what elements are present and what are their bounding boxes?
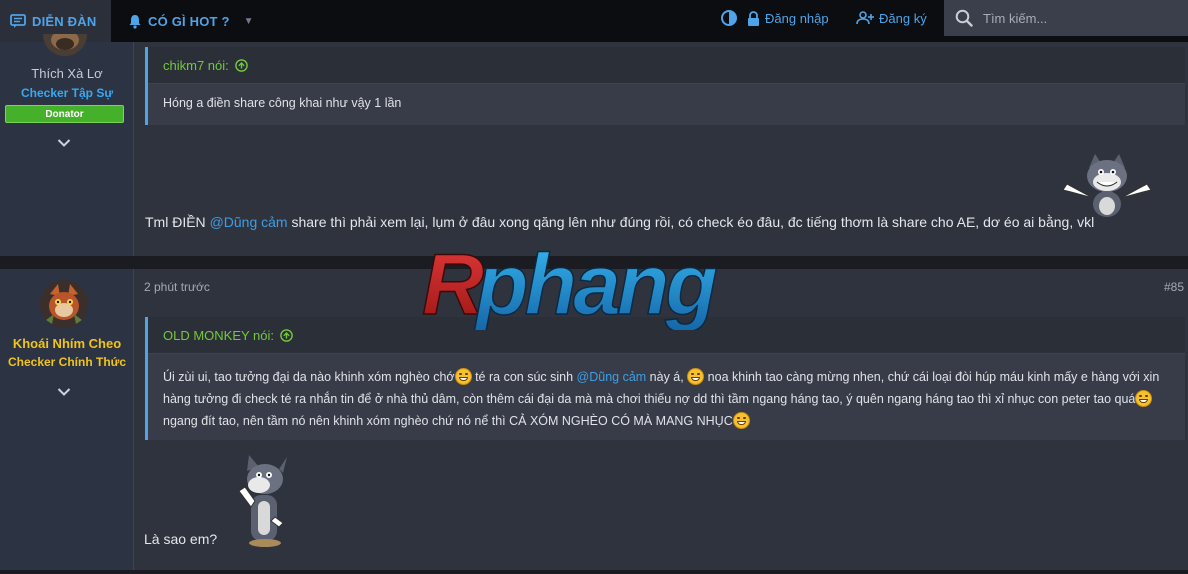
login-link[interactable]: Đăng nhập — [747, 0, 829, 36]
post: Thích Xà Lơ Checker Tập Sự Donator chikm… — [0, 34, 1188, 256]
search-icon[interactable] — [955, 9, 973, 27]
nav-tab-forum-label: DIỄN ĐÀN — [32, 13, 97, 29]
post-number[interactable]: #85 — [1164, 280, 1184, 294]
register-link[interactable]: Đăng ký — [856, 0, 927, 36]
post-body: Tml ĐIỀN @Dũng cảm share thì phải xem lạ… — [145, 214, 1094, 230]
user-mention[interactable]: @Dũng cảm — [210, 214, 288, 230]
grin-emoji-icon — [1135, 390, 1153, 407]
quote-text: Hóng a điền share công khai như vậy 1 lầ… — [163, 96, 402, 110]
nav-tab-hot-label: CÓ GÌ HOT ? — [148, 13, 230, 29]
quote-block: chikm7 nói: Hóng a điền share công khai … — [145, 47, 1185, 125]
login-label: Đăng nhập — [765, 10, 829, 26]
username[interactable]: Thích Xà Lơ — [0, 66, 134, 81]
post-separator — [0, 570, 1188, 574]
expand-chevron-icon[interactable] — [57, 387, 71, 397]
user-plus-icon — [856, 11, 874, 25]
quote-text-part: té ra con súc sinh — [471, 370, 577, 384]
quote-block: OLD MONKEY nói: Úi zùi ui, tao tưởng đại… — [145, 317, 1185, 440]
watermark-logo: R phang — [421, 240, 722, 330]
avatar[interactable] — [43, 34, 87, 56]
post-body-text: share thì phải xem lại, lụm ở đâu xong q… — [287, 214, 1095, 230]
grin-emoji-icon — [732, 412, 750, 429]
lock-icon — [748, 10, 759, 26]
search-box[interactable] — [944, 0, 1188, 36]
quote-text-part: Úi zùi ui, tao tưởng đại da nào khinh xó… — [163, 370, 455, 384]
tom-cat-sticker — [1062, 154, 1152, 217]
quote-text-part: này á, — [646, 370, 688, 384]
quote-author[interactable]: chikm7 nói: — [163, 58, 229, 73]
grin-emoji-icon — [454, 368, 472, 385]
username[interactable]: Khoái Nhím Cheo — [0, 336, 134, 351]
avatar[interactable] — [40, 280, 88, 328]
theme-toggle-icon[interactable] — [720, 9, 738, 27]
forum-icon — [10, 13, 26, 28]
post-user-panel: Thích Xà Lơ Checker Tập Sự Donator — [0, 34, 134, 256]
user-title: Checker Chính Thức — [7, 355, 127, 369]
post-timestamp[interactable]: 2 phút trước — [144, 280, 210, 294]
post-body-text: Tml ĐIỀN — [145, 214, 210, 230]
search-input[interactable] — [981, 9, 1175, 27]
quote-header[interactable]: chikm7 nói: — [148, 47, 1185, 84]
register-label: Đăng ký — [879, 10, 927, 26]
quote-author[interactable]: OLD MONKEY nói: — [163, 328, 274, 343]
chevron-down-icon[interactable]: ▼ — [244, 16, 254, 27]
post-body: Là sao em? — [144, 531, 218, 547]
donator-badge: Donator — [5, 105, 124, 123]
post-user-panel: Khoái Nhím Cheo Checker Chính Thức — [0, 269, 134, 574]
quote-text-part: ngang đít tao, nên tầm nó nên khinh xóm … — [163, 414, 733, 428]
top-navigation: DIỄN ĐÀN CÓ GÌ HOT ? ▼ Đăng nhập Đăng ký — [0, 0, 1188, 42]
expand-chevron-icon[interactable] — [57, 138, 71, 148]
arrow-up-circle-icon[interactable] — [234, 58, 248, 72]
arrow-up-circle-icon[interactable] — [280, 328, 293, 342]
user-mention[interactable]: @Dũng cảm — [577, 370, 647, 384]
svg-text:phang: phang — [474, 240, 717, 330]
post-content: chikm7 nói: Hóng a điền share công khai … — [134, 42, 1188, 256]
tom-cat-sticker — [232, 455, 287, 547]
grin-emoji-icon — [687, 368, 705, 385]
quote-text: Úi zùi ui, tao tưởng đại da nào khinh xó… — [148, 354, 1185, 432]
svg-text:R: R — [422, 240, 484, 330]
nav-tab-hot[interactable]: CÓ GÌ HOT ? ▼ — [118, 0, 254, 42]
user-title: Checker Tập Sự — [20, 86, 114, 100]
bell-icon — [129, 14, 141, 29]
